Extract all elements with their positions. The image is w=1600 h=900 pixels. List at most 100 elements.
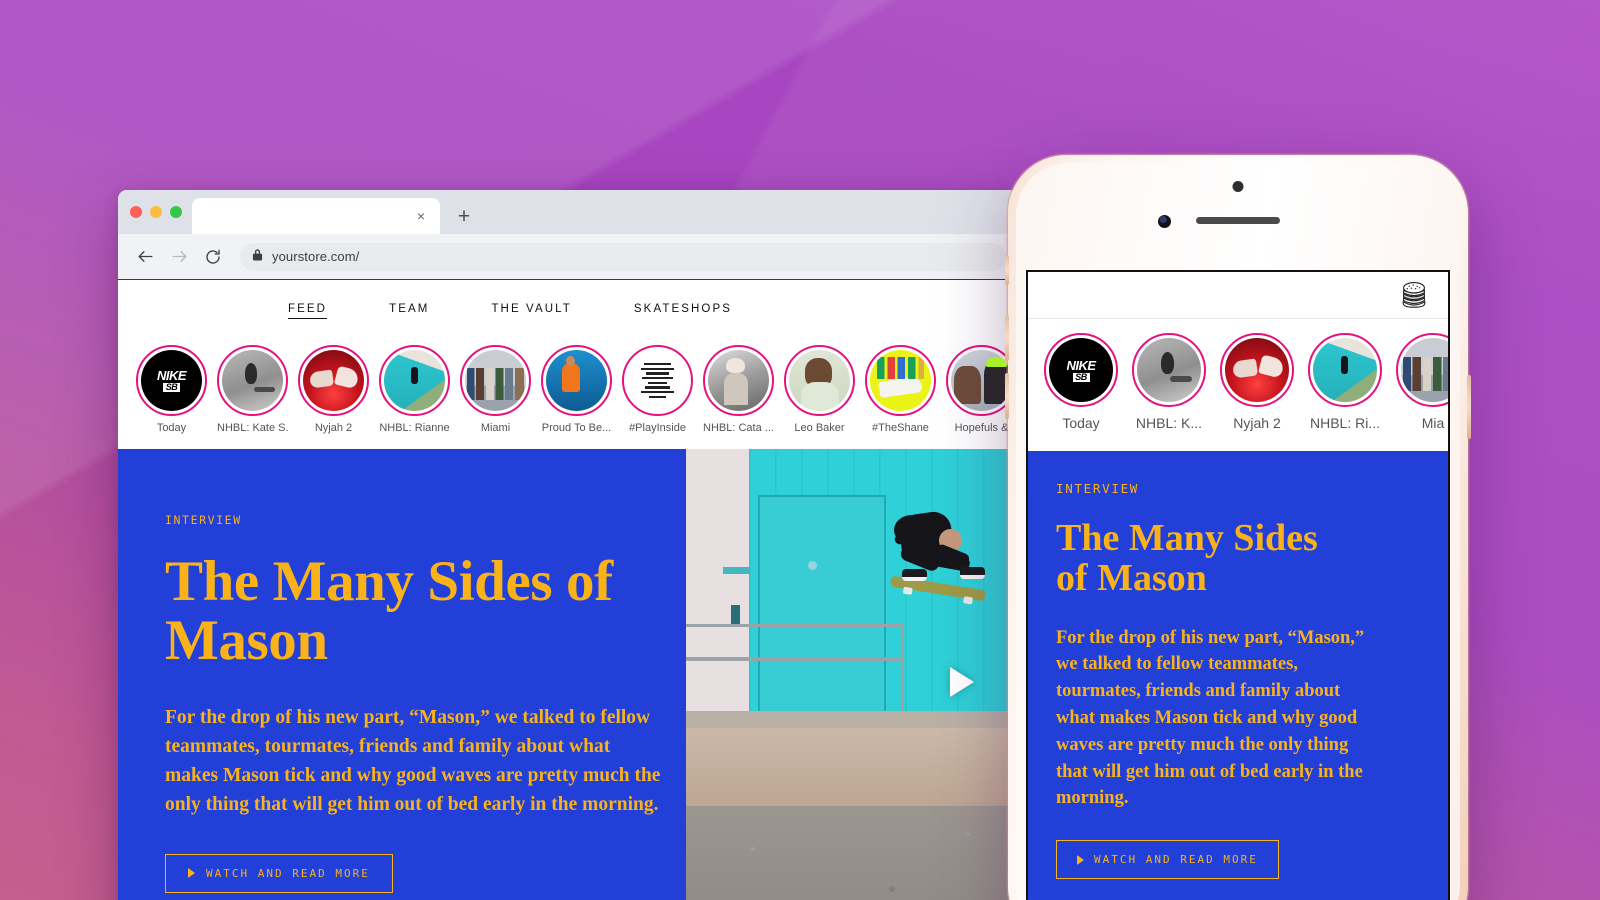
watch-and-read-more-button[interactable]: WATCH AND READ MORE [165,853,393,893]
page-title: The Many Sides of Mason [165,550,613,672]
close-window-button[interactable] [130,206,142,218]
story-item[interactable]: Leo Baker [784,345,855,434]
address-bar[interactable]: yourstore.com/ [240,242,1006,271]
story-ring[interactable] [865,345,936,416]
story-ring[interactable] [460,345,531,416]
story-thumbnail: NIKE SB [1048,337,1114,403]
story-thumbnail: NIKE SB [140,349,203,412]
close-tab-icon[interactable]: × [412,207,430,225]
story-label: NHBL: Cata ... [703,422,774,434]
story-ring[interactable] [1220,333,1294,407]
hero-section: INTERVIEW The Many Sides of Mason For th… [118,449,1018,900]
story-ring[interactable] [1132,333,1206,407]
browser-tabstrip: × + [118,190,1018,234]
video-ledge [686,711,1018,728]
story-label: NHBL: K... [1135,415,1203,431]
story-ring[interactable] [298,345,369,416]
story-thumbnail [950,349,1013,412]
story-ring[interactable] [541,345,612,416]
play-triangle-icon [188,868,195,879]
story-thumbnail [545,349,608,412]
phone-earpiece [1196,217,1280,224]
new-tab-button[interactable]: + [449,201,479,231]
story-item[interactable]: Miami [460,345,531,434]
story-label: Nyjah 2 [1233,415,1281,431]
reload-icon[interactable] [198,242,228,272]
story-item[interactable]: NHBL: Rianne [379,345,450,434]
sidebar-item-the-vault[interactable]: THE VAULT [491,299,571,318]
minimize-window-button[interactable] [150,206,162,218]
story-ring[interactable]: NIKE SB [136,345,207,416]
story-thumbnail [869,349,932,412]
forward-arrow-icon[interactable] [164,242,194,272]
story-thumbnail [1400,337,1448,403]
story-thumbnail [1312,337,1378,403]
story-thumbnail [221,349,284,412]
story-label: NHBL: Rianne [379,422,450,434]
sidebar-item-feed[interactable]: FEED [288,299,328,319]
browser-window: × + yourstore.com/ FEED TEAM THE VAULT S… [118,190,1018,900]
video-door-plate [723,567,751,574]
story-carousel[interactable]: NIKE SB Today NHBL: Kate S. Nyjah 2 NHBL: Ria… [118,337,1018,449]
hero-video-thumbnail[interactable] [686,449,1018,900]
story-ring[interactable] [622,345,693,416]
mobile-watch-and-read-more-button[interactable]: WATCH AND READ MORE [1056,840,1279,880]
hamburger-menu-icon[interactable] [1398,280,1430,310]
browser-tab[interactable]: × [192,198,440,234]
phone-front-camera [1158,215,1171,228]
story-ring[interactable] [1396,333,1448,407]
story-label: Hopefuls & [954,422,1009,434]
story-label: Leo Baker [794,422,845,434]
story-label: #TheShane [872,422,929,434]
story-label: Mia [1421,415,1445,431]
site-viewport: FEED TEAM THE VAULT SKATESHOPS NIKE SB Tod… [118,280,1018,900]
story-item[interactable]: NIKE SB Today [136,345,207,434]
phone-volume-up-button[interactable] [1005,315,1009,361]
story-item[interactable]: Nyjah 2 [1220,333,1294,431]
story-ring[interactable] [703,345,774,416]
mobile-hero-kicker: INTERVIEW [1056,481,1140,496]
story-label: Proud To Be... [541,422,612,434]
browser-toolbar: yourstore.com/ [118,234,1018,280]
story-ring[interactable] [379,345,450,416]
story-item[interactable]: #PlayInside [622,345,693,434]
video-lower-wall [686,728,1018,806]
story-label: Today [1062,415,1100,431]
phone-silent-switch[interactable] [1005,255,1009,285]
cta-label: WATCH AND READ MORE [206,866,370,880]
story-ring[interactable]: NIKE SB [1044,333,1118,407]
story-label: Nyjah 2 [314,422,353,434]
story-item[interactable]: #TheShane [865,345,936,434]
sidebar-item-skateshops[interactable]: SKATESHOPS [634,299,732,318]
story-thumbnail [383,349,446,412]
story-label: NHBL: Kate S. [217,422,288,434]
window-traffic-lights [130,190,192,234]
mobile-cta-label: WATCH AND READ MORE [1094,853,1258,867]
story-item[interactable]: Proud To Be... [541,345,612,434]
story-ring[interactable] [1308,333,1382,407]
story-label: Miami [480,422,511,434]
story-item[interactable]: Nyjah 2 [298,345,369,434]
phone-power-button[interactable] [1467,375,1471,439]
story-ring[interactable] [784,345,855,416]
phone-volume-down-button[interactable] [1005,373,1009,419]
story-item[interactable]: NHBL: K... [1132,333,1206,431]
story-item[interactable]: NHBL: Cata ... [703,345,774,434]
mobile-story-carousel[interactable]: NIKE SB Today NHBL: K... Nyjah 2 NHBL: Ri... M… [1028,319,1448,451]
story-item[interactable]: Mia [1396,333,1448,431]
back-arrow-icon[interactable] [130,242,160,272]
site-navigation: FEED TEAM THE VAULT SKATESHOPS [118,280,1018,337]
story-label: NHBL: Ri... [1309,415,1380,431]
maximize-window-button[interactable] [170,206,182,218]
address-bar-url: yourstore.com/ [272,249,360,264]
play-video-button[interactable] [950,667,974,697]
story-item[interactable]: NIKE SB Today [1044,333,1118,431]
story-item[interactable]: NHBL: Kate S. [217,345,288,434]
sidebar-item-team[interactable]: TEAM [389,299,429,318]
story-ring[interactable] [217,345,288,416]
mobile-hero-section: INTERVIEW The Many Sides of Mason For th… [1028,451,1448,900]
story-thumbnail [707,349,770,412]
hero-text-panel: INTERVIEW The Many Sides of Mason For th… [118,449,686,900]
story-item[interactable]: NHBL: Ri... [1308,333,1382,431]
story-label: Today [156,422,187,434]
